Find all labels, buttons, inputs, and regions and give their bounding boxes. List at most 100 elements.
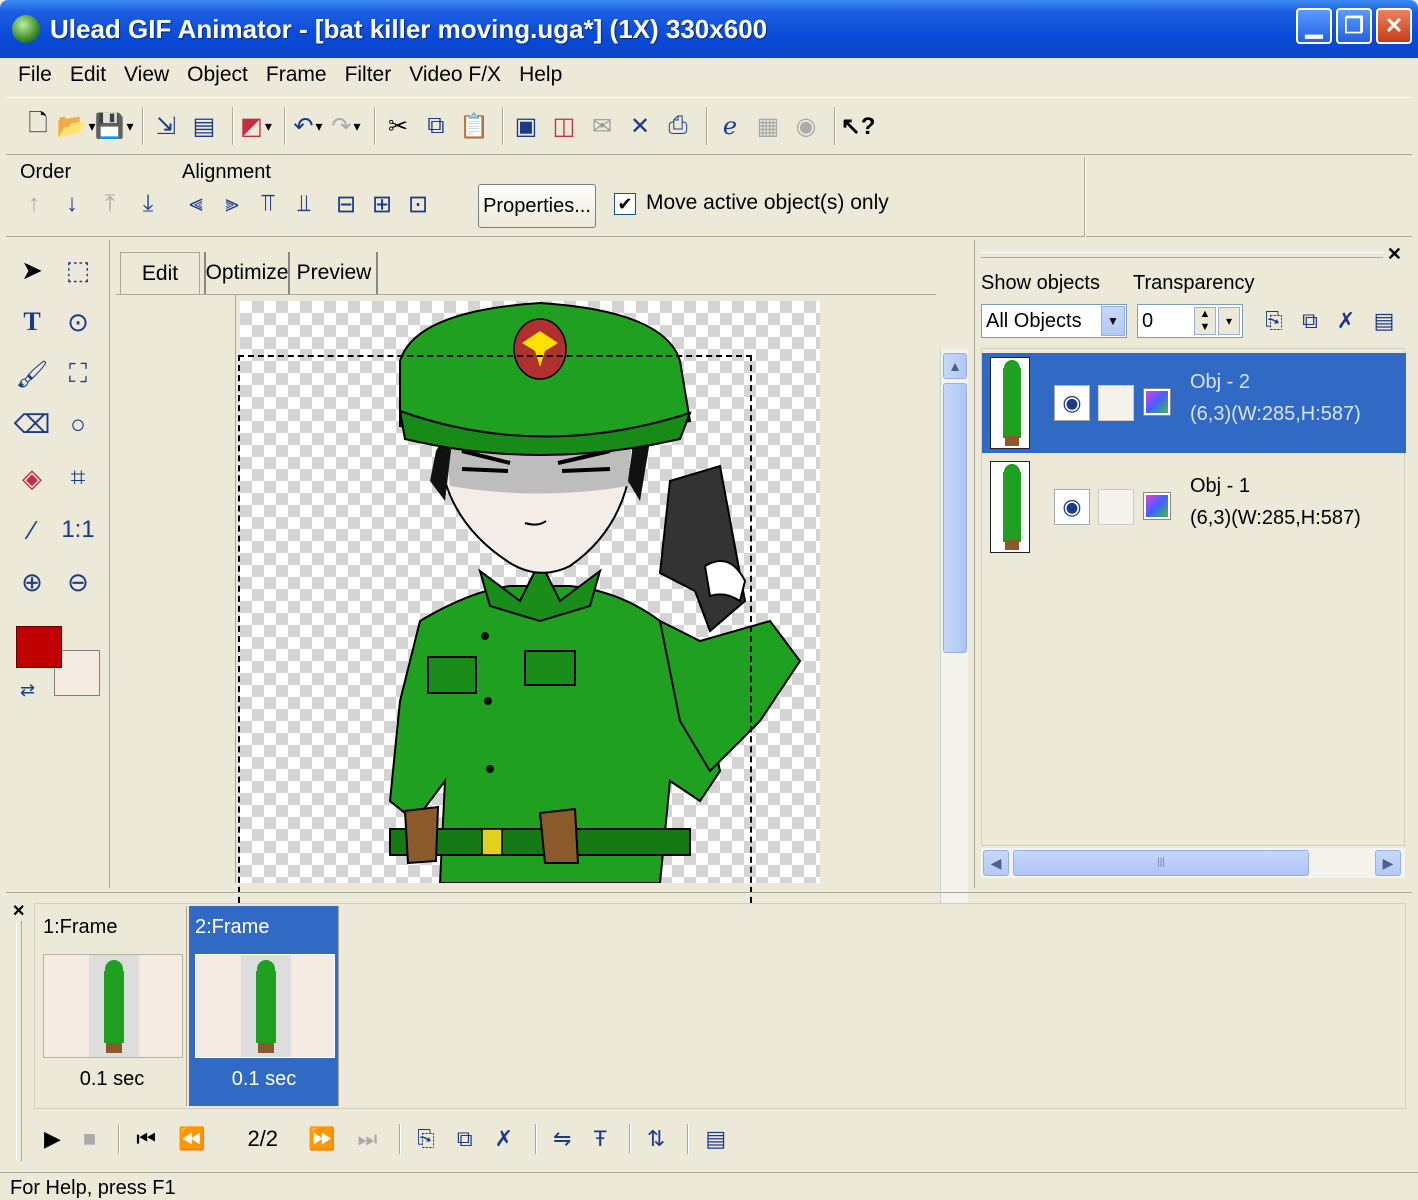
text-tool-icon[interactable]: T	[14, 304, 50, 340]
close-button[interactable]: ✕	[1376, 8, 1412, 44]
menu-view[interactable]: View	[115, 63, 178, 87]
duplicate-frame-icon[interactable]: ⧉	[457, 1126, 473, 1152]
tab-optimize[interactable]: Optimize	[204, 252, 290, 294]
new-icon[interactable]: 🗋	[22, 110, 54, 142]
browser-preview-icon[interactable]: ⎙	[662, 110, 694, 142]
play-tool-icon[interactable]: ⊙	[60, 304, 96, 340]
paste-icon[interactable]: 📋	[458, 110, 490, 142]
eyedropper-icon[interactable]: ∕	[14, 512, 50, 548]
add-video-icon[interactable]: ▤	[188, 110, 220, 142]
text-banner-icon[interactable]: Ŧ	[593, 1126, 606, 1152]
bring-to-front-icon[interactable]: ⤒	[96, 189, 124, 219]
zoom-out-icon[interactable]: ⊖	[60, 564, 96, 600]
optimize-icon[interactable]: ▦	[752, 110, 784, 142]
duplicate-icon[interactable]: ◫	[548, 110, 580, 142]
show-objects-select[interactable]: All Objects ▼	[981, 304, 1127, 338]
send-to-back-icon[interactable]: ⤓	[134, 189, 162, 219]
ellipse-select-icon[interactable]: ○	[60, 406, 96, 442]
menu-object[interactable]: Object	[178, 63, 257, 87]
menu-help[interactable]: Help	[510, 63, 571, 87]
new-object-icon[interactable]: ⎘	[1259, 306, 1289, 336]
zoom-in-icon[interactable]: ⊕	[14, 564, 50, 600]
menu-video-fx[interactable]: Video F/X	[400, 63, 510, 87]
chevron-down-icon[interactable]: ▼	[1101, 306, 1125, 336]
properties-button[interactable]: Properties...	[478, 184, 596, 228]
frame-item[interactable]: 2:Frame 0.1 sec	[189, 906, 339, 1106]
tab-preview[interactable]: Preview	[292, 252, 378, 294]
add-frame-icon[interactable]: ⎘	[417, 1126, 435, 1152]
panel-grip[interactable]	[16, 921, 22, 1161]
center-horizontal-icon[interactable]: ⊞	[368, 189, 396, 219]
delete-frame-icon[interactable]: ✗	[495, 1126, 513, 1152]
reverse-frames-icon[interactable]: ⇅	[647, 1126, 665, 1152]
menu-edit[interactable]: Edit	[61, 63, 115, 87]
frame-properties-icon[interactable]: ▤	[705, 1126, 726, 1152]
align-bottom-icon[interactable]: ⫫	[290, 189, 318, 219]
banner-icon[interactable]: ◉	[790, 110, 822, 142]
list-item[interactable]: ◉ Obj - 2 (6,3)(W:285,H:587)	[982, 353, 1406, 453]
paint-bucket-icon[interactable]: ◈	[14, 460, 50, 496]
scroll-thumb[interactable]: |||	[1013, 850, 1309, 876]
pick-tool-icon[interactable]: ➤	[14, 252, 50, 288]
ie-icon[interactable]: ℯ	[714, 110, 746, 142]
align-top-icon[interactable]: ⫪	[254, 189, 282, 219]
animation-wizard-icon[interactable]: ✉	[586, 110, 618, 142]
visibility-eye-icon[interactable]: ◉	[1054, 489, 1090, 525]
visibility-eye-icon[interactable]: ◉	[1054, 385, 1090, 421]
move-active-checkbox[interactable]: ✔	[614, 193, 636, 215]
save-icon[interactable]: 💾	[95, 110, 130, 142]
eraser-tool-icon[interactable]: ⌫	[14, 406, 51, 442]
duplicate-object-icon[interactable]: ⧉	[1295, 306, 1325, 336]
foreground-color-swatch[interactable]	[16, 626, 62, 668]
swap-colors-icon[interactable]: ⇄	[20, 680, 35, 701]
transparency-slider-icon[interactable]: ▾	[1218, 307, 1240, 335]
help-icon[interactable]: ↖?	[841, 110, 876, 142]
last-frame-icon[interactable]: ⏭	[357, 1126, 377, 1152]
minimize-button[interactable]: ▁	[1296, 8, 1332, 44]
scroll-right-icon[interactable]: ▶	[1375, 850, 1401, 876]
select-all-icon[interactable]: ▣	[510, 110, 542, 142]
actual-size-icon[interactable]: 1:1	[60, 512, 96, 548]
title-bar[interactable]: Ulead GIF Animator - [bat killer moving.…	[0, 0, 1418, 58]
align-left-icon[interactable]: ⫷	[182, 189, 210, 219]
stop-icon[interactable]: ■	[83, 1126, 96, 1152]
crop-tool-icon[interactable]: ⌗	[60, 460, 96, 496]
lasso-tool-icon[interactable]: ⛶	[60, 356, 96, 392]
copy-icon[interactable]: ⧉	[420, 110, 452, 142]
tween-icon[interactable]: ⇋	[553, 1126, 571, 1152]
lock-toggle[interactable]	[1098, 489, 1134, 525]
send-backward-icon[interactable]: ↓	[58, 189, 86, 219]
export-icon[interactable]: ◩	[240, 110, 272, 142]
play-icon[interactable]: ▶	[44, 1126, 61, 1152]
open-icon[interactable]: 📂	[57, 110, 92, 142]
transparency-input[interactable]: 0 ▲ ▼ ▾	[1137, 304, 1243, 338]
panel-close-icon[interactable]: ✕	[12, 901, 25, 921]
menu-filter[interactable]: Filter	[336, 63, 401, 87]
scroll-thumb[interactable]	[943, 383, 967, 653]
list-item[interactable]: ◉ Obj - 1 (6,3)(W:285,H:587)	[982, 457, 1406, 557]
object-properties-icon[interactable]: ▤	[1369, 306, 1399, 336]
menu-frame[interactable]: Frame	[257, 63, 336, 87]
restore-button[interactable]: ❐	[1336, 8, 1372, 44]
frame-item[interactable]: 1:Frame 0.1 sec	[37, 906, 187, 1106]
delete-object-icon[interactable]: ✗	[1331, 306, 1361, 336]
transparency-spinner[interactable]: ▲ ▼	[1194, 307, 1216, 335]
cut-icon[interactable]: ✂	[382, 110, 414, 142]
align-right-icon[interactable]: ⫸	[218, 189, 246, 219]
panel-grip[interactable]	[981, 252, 1383, 258]
panel-close-icon[interactable]: ✕	[1387, 244, 1402, 265]
delete-icon[interactable]: ✕	[624, 110, 656, 142]
first-frame-icon[interactable]: ⏮	[136, 1126, 156, 1152]
app-icon[interactable]	[12, 15, 40, 43]
vertical-scrollbar[interactable]: ▲ ▼	[940, 349, 968, 937]
redo-icon[interactable]: ↷	[330, 110, 362, 142]
horizontal-scrollbar[interactable]: ◀ ||| ▶	[981, 848, 1405, 878]
bring-forward-icon[interactable]: ↑	[20, 189, 48, 219]
scroll-up-icon[interactable]: ▲	[943, 353, 967, 379]
brush-tool-icon[interactable]: 🖌	[14, 356, 50, 392]
lock-toggle[interactable]	[1098, 385, 1134, 421]
center-vertical-icon[interactable]: ⊟	[332, 189, 360, 219]
center-both-icon[interactable]: ⊡	[404, 189, 432, 219]
scroll-left-icon[interactable]: ◀	[983, 850, 1009, 876]
marquee-tool-icon[interactable]: ⬚	[60, 252, 96, 288]
